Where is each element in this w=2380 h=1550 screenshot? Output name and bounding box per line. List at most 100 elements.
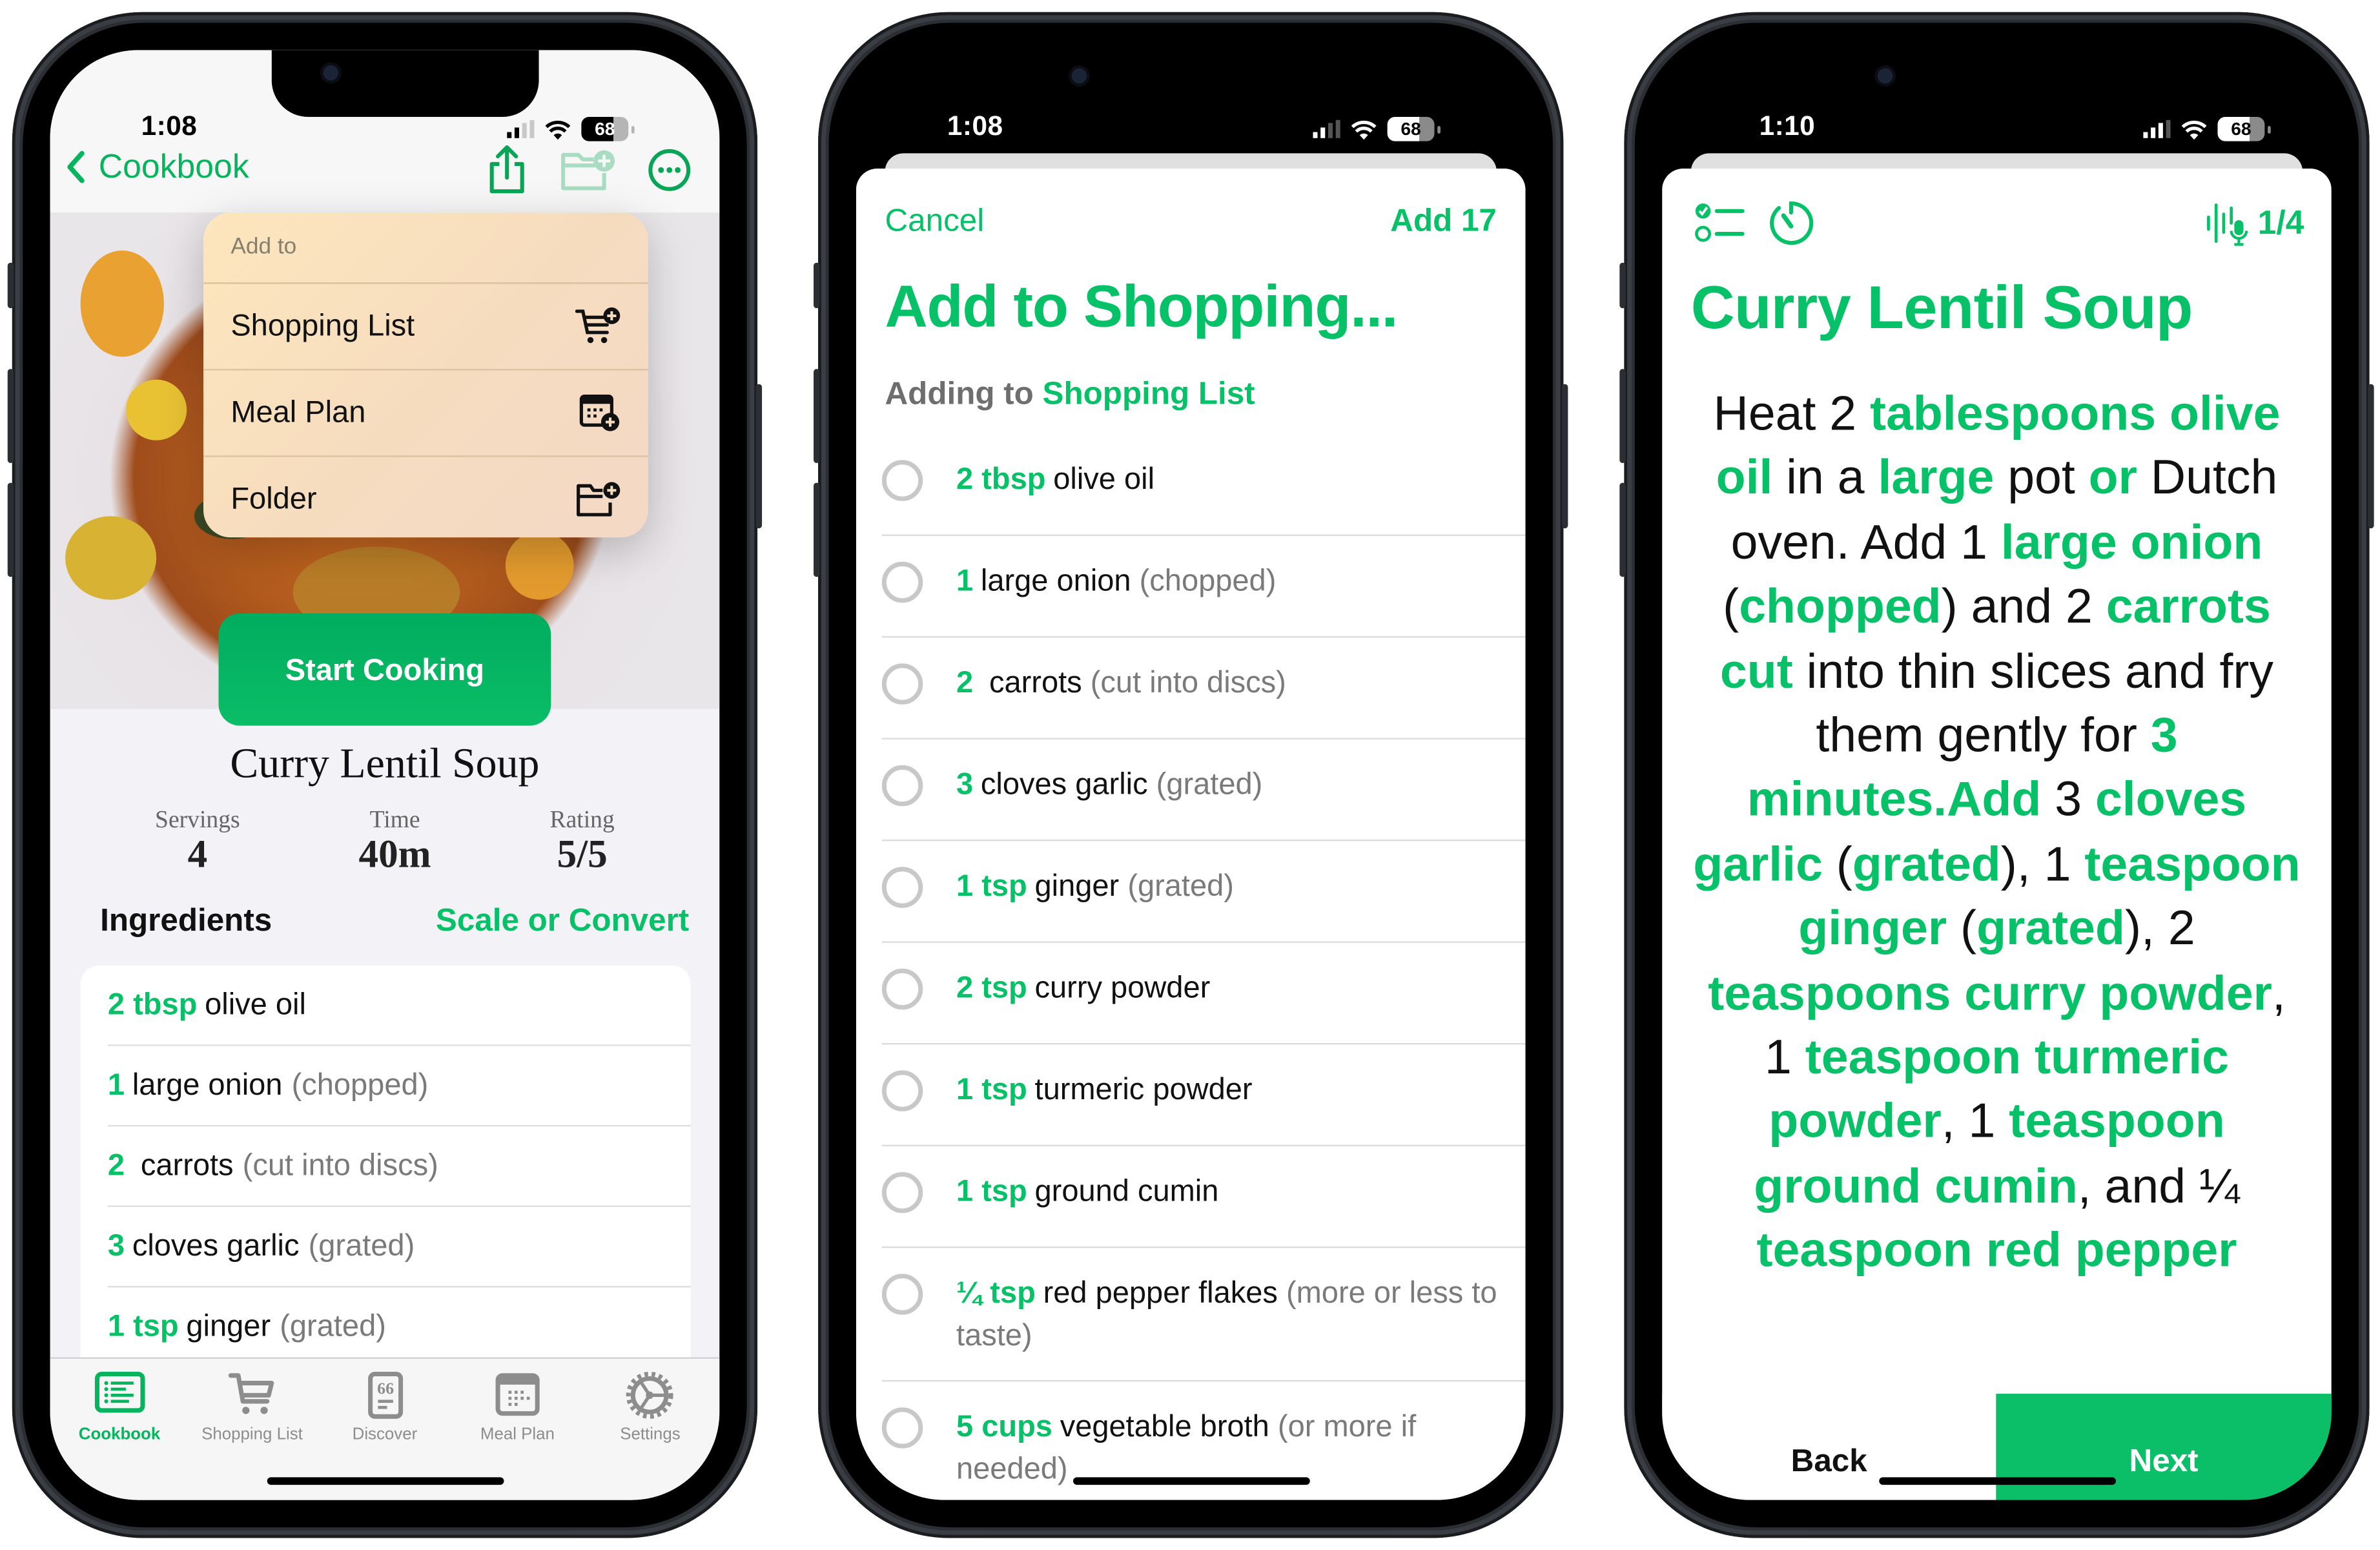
screen: 1:08 68 Cancel Add 17 Add to Shopping...…	[856, 50, 1526, 1500]
select-radio[interactable]	[881, 1407, 923, 1449]
svg-text:66: 66	[376, 1379, 393, 1398]
folder-plus-icon[interactable]	[559, 147, 616, 193]
shopping-item-row[interactable]: 3 cloves garlic (grated)	[881, 739, 1526, 842]
ingredient-name: cloves garlic	[132, 1228, 300, 1263]
screen: 1:10 68 1/4 Curry Lentil Soup Heat 2 tab…	[1662, 50, 2332, 1500]
item-quantity: 2 tsp	[956, 971, 1027, 1006]
cart-plus-icon	[575, 307, 621, 344]
recipe-title: Curry Lentil Soup	[1690, 274, 2193, 342]
ingredient-row[interactable]: 3 cloves garlic (grated)	[107, 1207, 691, 1288]
select-radio[interactable]	[881, 663, 923, 705]
select-radio[interactable]	[881, 1070, 923, 1111]
ingredient-quantity: 1	[107, 1068, 125, 1102]
menu-item-shopping-list[interactable]: Shopping List	[203, 284, 648, 371]
select-radio[interactable]	[881, 765, 923, 807]
select-radio[interactable]	[881, 968, 923, 1010]
item-quantity: 3	[956, 768, 974, 802]
voice-control-icon[interactable]	[2206, 199, 2252, 247]
select-radio[interactable]	[881, 1274, 923, 1315]
cancel-button[interactable]: Cancel	[885, 203, 985, 240]
battery-level: 68	[1400, 118, 1421, 140]
instruction-fragment: ), 2	[2124, 900, 2195, 956]
start-cooking-button[interactable]: Start Cooking	[218, 613, 551, 726]
status-bar: 1:10 68	[1662, 50, 2332, 141]
front-camera	[1877, 68, 1893, 84]
item-text: 3 cloves garlic (grated)	[956, 763, 1284, 806]
front-camera	[323, 65, 339, 81]
ingredient-name: large onion	[132, 1068, 283, 1102]
mute-switch	[814, 262, 820, 309]
phone-add-to-shopping: 1:08 68 Cancel Add 17 Add to Shopping...…	[814, 12, 1568, 1538]
menu-item-meal-plan[interactable]: Meal Plan	[203, 371, 648, 457]
chevron-left-icon	[67, 150, 85, 183]
shopping-item-row[interactable]: 1 large onion (chopped)	[881, 536, 1526, 638]
select-radio[interactable]	[881, 460, 923, 501]
select-radio[interactable]	[881, 867, 923, 908]
discover-icon: 66	[318, 1371, 451, 1426]
item-quantity: 1 tsp	[956, 870, 1027, 904]
tab-cookbook[interactable]: Cookbook	[53, 1359, 185, 1500]
shopping-item-row[interactable]: 1 tsp ground cumin	[881, 1146, 1526, 1248]
wifi-icon	[2181, 119, 2207, 140]
highlighted-ingredient: or	[2088, 450, 2137, 505]
battery-level: 68	[595, 118, 615, 140]
item-note: (cut into discs)	[1090, 666, 1286, 700]
home-indicator	[1878, 1477, 2115, 1485]
highlighted-ingredient: grated	[1852, 836, 2001, 891]
ingredient-row[interactable]: 2 carrots (cut into discs)	[107, 1126, 691, 1207]
adding-to-subtitle: Adding to Shopping List	[885, 377, 1255, 413]
ingredient-name: ginger	[186, 1309, 271, 1343]
ingredient-row[interactable]: 1 large onion (chopped)	[107, 1046, 691, 1127]
instruction-fragment: ) and 2	[1941, 579, 2106, 634]
shopping-item-row[interactable]: 2 tbsp olive oil	[881, 434, 1526, 536]
item-text: 2 tbsp olive oil	[956, 459, 1176, 501]
adding-to-target[interactable]: Shopping List	[1043, 377, 1255, 411]
item-quantity: 2	[956, 666, 974, 700]
potato-piece	[65, 516, 157, 600]
power-button	[755, 384, 763, 529]
nav-actions	[486, 144, 692, 196]
item-text: 1 tsp ground cumin	[956, 1170, 1240, 1213]
add-button[interactable]: Add 17	[1390, 203, 1497, 240]
ingredient-row[interactable]: 1 tsp ginger (grated)	[107, 1287, 691, 1369]
instruction-fragment: , 1	[1941, 1093, 2009, 1149]
stat-label: Rating	[549, 807, 615, 834]
scale-or-convert-link[interactable]: Scale or Convert	[436, 904, 689, 940]
shopping-item-row[interactable]: ¼ tsp red pepper flakes (more or less to …	[881, 1248, 1526, 1382]
item-quantity: ¼ tsp	[956, 1277, 1036, 1310]
menu-item-folder[interactable]: Folder	[203, 457, 648, 538]
item-text: 2 carrots (cut into discs)	[956, 662, 1308, 705]
shopping-item-row[interactable]: 1 tsp ginger (grated)	[881, 841, 1526, 943]
back-button[interactable]: Cookbook	[65, 147, 249, 187]
item-note: (chopped)	[1139, 564, 1277, 599]
select-radio[interactable]	[881, 561, 923, 603]
ingredient-note: (chopped)	[291, 1068, 429, 1102]
item-name: curry powder	[1034, 971, 1211, 1006]
battery-level: 68	[2231, 118, 2252, 140]
more-icon[interactable]	[646, 147, 692, 193]
shopping-item-row[interactable]: 1 tsp turmeric powder	[881, 1044, 1526, 1146]
volume-up-button	[7, 369, 14, 463]
volume-down-button	[7, 482, 14, 577]
share-icon[interactable]	[486, 144, 528, 196]
volume-up-button	[1619, 369, 1626, 463]
status-time: 1:10	[1759, 110, 1816, 141]
ingredient-row[interactable]: 2 tbsp olive oil	[107, 966, 691, 1046]
instruction-fragment: Heat 2	[1713, 386, 1871, 440]
tab-settings[interactable]: Settings	[584, 1359, 716, 1500]
shopping-item-row[interactable]: 2 tsp curry powder	[881, 943, 1526, 1045]
stat-label: Time	[369, 807, 420, 834]
add-to-shopping-sheet: Cancel Add 17 Add to Shopping... Adding …	[856, 168, 1526, 1500]
battery-tip	[2268, 125, 2271, 133]
recipe-stats: Servings 4 Time 40m Rating 5/5	[50, 808, 720, 878]
shopping-item-row[interactable]: 2 carrots (cut into discs)	[881, 637, 1526, 739]
instruction-text: Heat 2 tablespoons olive oil in a large …	[1689, 381, 2304, 1394]
sheet-title: Add to Shopping...	[885, 274, 1399, 340]
item-name: cloves garlic	[980, 768, 1148, 802]
highlighted-ingredient: grated	[1976, 900, 2125, 956]
instruction-fragment: (	[1822, 836, 1852, 891]
highlighted-ingredient: large onion	[2000, 514, 2263, 570]
timer-icon[interactable]	[1767, 199, 1815, 247]
checklist-icon[interactable]	[1694, 200, 1745, 246]
select-radio[interactable]	[881, 1172, 923, 1214]
